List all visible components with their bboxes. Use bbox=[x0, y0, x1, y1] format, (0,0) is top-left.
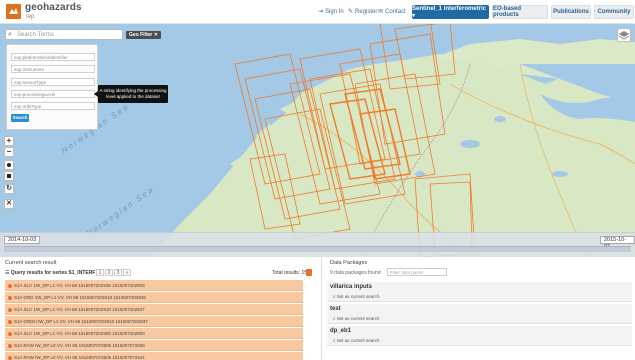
table-row[interactable]: S1A SLC 1W_DP L1 VV, VH 68 1515007202810… bbox=[5, 304, 303, 315]
timeline-bar[interactable]: 2014-10-03 2015-10-07 bbox=[0, 232, 635, 257]
footprint-icon bbox=[8, 307, 12, 312]
table-row[interactable]: S1A GRDH IW_DP L1 VV, VH 68 151500720281… bbox=[5, 316, 303, 327]
zoom-in-icon[interactable]: + bbox=[4, 136, 14, 146]
context-dropdown-button[interactable]: Sentinel_1 interferometric ▾ bbox=[412, 5, 489, 19]
pane-divider bbox=[321, 257, 322, 360]
mail-icon: ✉ bbox=[378, 9, 384, 15]
table-row[interactable]: S1A RAW IW_DP L0 VV, VH 68 1515007072605… bbox=[5, 340, 303, 351]
platform-field[interactable]: eop:platformSerialIdentifier bbox=[11, 53, 95, 61]
footprint-icon bbox=[8, 283, 12, 288]
next-page-button[interactable]: » bbox=[123, 269, 131, 276]
footprint-icon bbox=[8, 319, 12, 324]
geo-filter-badge[interactable]: Geo Filter ✕ bbox=[126, 31, 161, 39]
timeline-end-label: 2015-10-07 bbox=[600, 236, 635, 250]
query-label: ☰ Query results for series S1_INTERF bbox=[5, 270, 96, 276]
packages-count: 9 data packages found bbox=[330, 270, 381, 276]
orbit-type-field[interactable]: eop:orbitType bbox=[11, 102, 95, 110]
sign-in-link[interactable]: ⇥ Sign In bbox=[318, 8, 344, 16]
draw-rectangle-icon[interactable] bbox=[4, 171, 14, 181]
packages-title: Data Packages bbox=[330, 260, 368, 266]
footprint-icon bbox=[8, 355, 12, 360]
search-input[interactable]: ⌕ Search Terms bbox=[5, 29, 123, 40]
footprint-icon bbox=[8, 343, 12, 348]
timeline-track[interactable] bbox=[4, 246, 631, 252]
layers-icon[interactable] bbox=[617, 28, 631, 42]
eo-products-button[interactable]: EO-based products bbox=[492, 5, 548, 19]
results-area: Current search result ☰ Query results fo… bbox=[0, 257, 635, 360]
packages-filter-input[interactable]: Filter data packs bbox=[387, 268, 447, 276]
table-row[interactable]: S1A RAW IW_DP L0 VV, VH 68 1515007072605… bbox=[5, 352, 303, 360]
brand-subtitle: tep bbox=[26, 14, 35, 20]
sign-in-icon: ⇥ bbox=[318, 9, 324, 15]
register-icon: ✎ bbox=[348, 9, 354, 15]
top-navbar: geohazards tep ⇥ Sign In ✎ Register ✉ Conta… bbox=[0, 0, 635, 24]
timeline-start-label: 2014-10-03 bbox=[4, 236, 41, 244]
processing-level-field[interactable]: eop:processingLevel bbox=[11, 90, 95, 98]
search-icon: ⌕ bbox=[8, 31, 12, 38]
clear-icon[interactable]: ✕ bbox=[4, 199, 14, 209]
page-2-button[interactable]: 2 bbox=[105, 269, 113, 276]
page-1-button[interactable]: 1 bbox=[96, 269, 104, 276]
logo-icon[interactable] bbox=[6, 4, 21, 19]
publications-button[interactable]: Publications bbox=[551, 5, 591, 19]
package-item[interactable]: dp_eb1 ⌕ Set as current search bbox=[327, 326, 632, 346]
table-row[interactable]: S1A GRD 1W_DP L1 VV, VH 68 1515007202810… bbox=[5, 292, 303, 303]
community-button[interactable]: Community bbox=[594, 5, 634, 19]
set-current-search-link[interactable]: ⌕ Set as current search bbox=[333, 294, 380, 299]
refresh-icon[interactable]: ↻ bbox=[4, 184, 14, 194]
set-current-search-link[interactable]: ⌕ Set as current search bbox=[333, 316, 380, 321]
results-title: Current search result bbox=[5, 260, 57, 266]
draw-point-icon[interactable] bbox=[4, 160, 14, 170]
set-current-search-link[interactable]: ⌕ Set as current search bbox=[333, 338, 380, 343]
package-item[interactable]: villarica inputs ⌕ Set as current search bbox=[327, 282, 632, 302]
field-tooltip: A string identifying the processing leve… bbox=[94, 85, 168, 103]
sensor-type-field[interactable]: eop:sensorType bbox=[11, 78, 95, 86]
package-item[interactable]: test ⌕ Set as current search bbox=[327, 304, 632, 324]
table-row[interactable]: S1A SLC 1W_DP L1 VV, VH 68 1515007202836… bbox=[5, 280, 303, 291]
zoom-out-icon[interactable]: − bbox=[4, 147, 14, 157]
advanced-filter-panel: eop:platformSerialIdentifier eop:instrum… bbox=[6, 44, 98, 130]
filter-search-button[interactable]: Search bbox=[11, 114, 29, 122]
total-results: Total results: 158 bbox=[272, 270, 310, 276]
brand-title[interactable]: geohazards bbox=[25, 2, 82, 13]
register-link[interactable]: ✎ Register bbox=[348, 8, 377, 16]
total-badge bbox=[306, 269, 312, 276]
page-3-button[interactable]: 3 bbox=[114, 269, 122, 276]
footprint-icon bbox=[8, 295, 12, 300]
table-row[interactable]: S1A SLC 1W_DP L1 VV, VH 68 1515007202800… bbox=[5, 328, 303, 339]
footprint-icon bbox=[8, 331, 12, 336]
instrument-field[interactable]: eop:instrument bbox=[11, 65, 95, 73]
contact-link[interactable]: ✉ Contact bbox=[378, 8, 406, 16]
